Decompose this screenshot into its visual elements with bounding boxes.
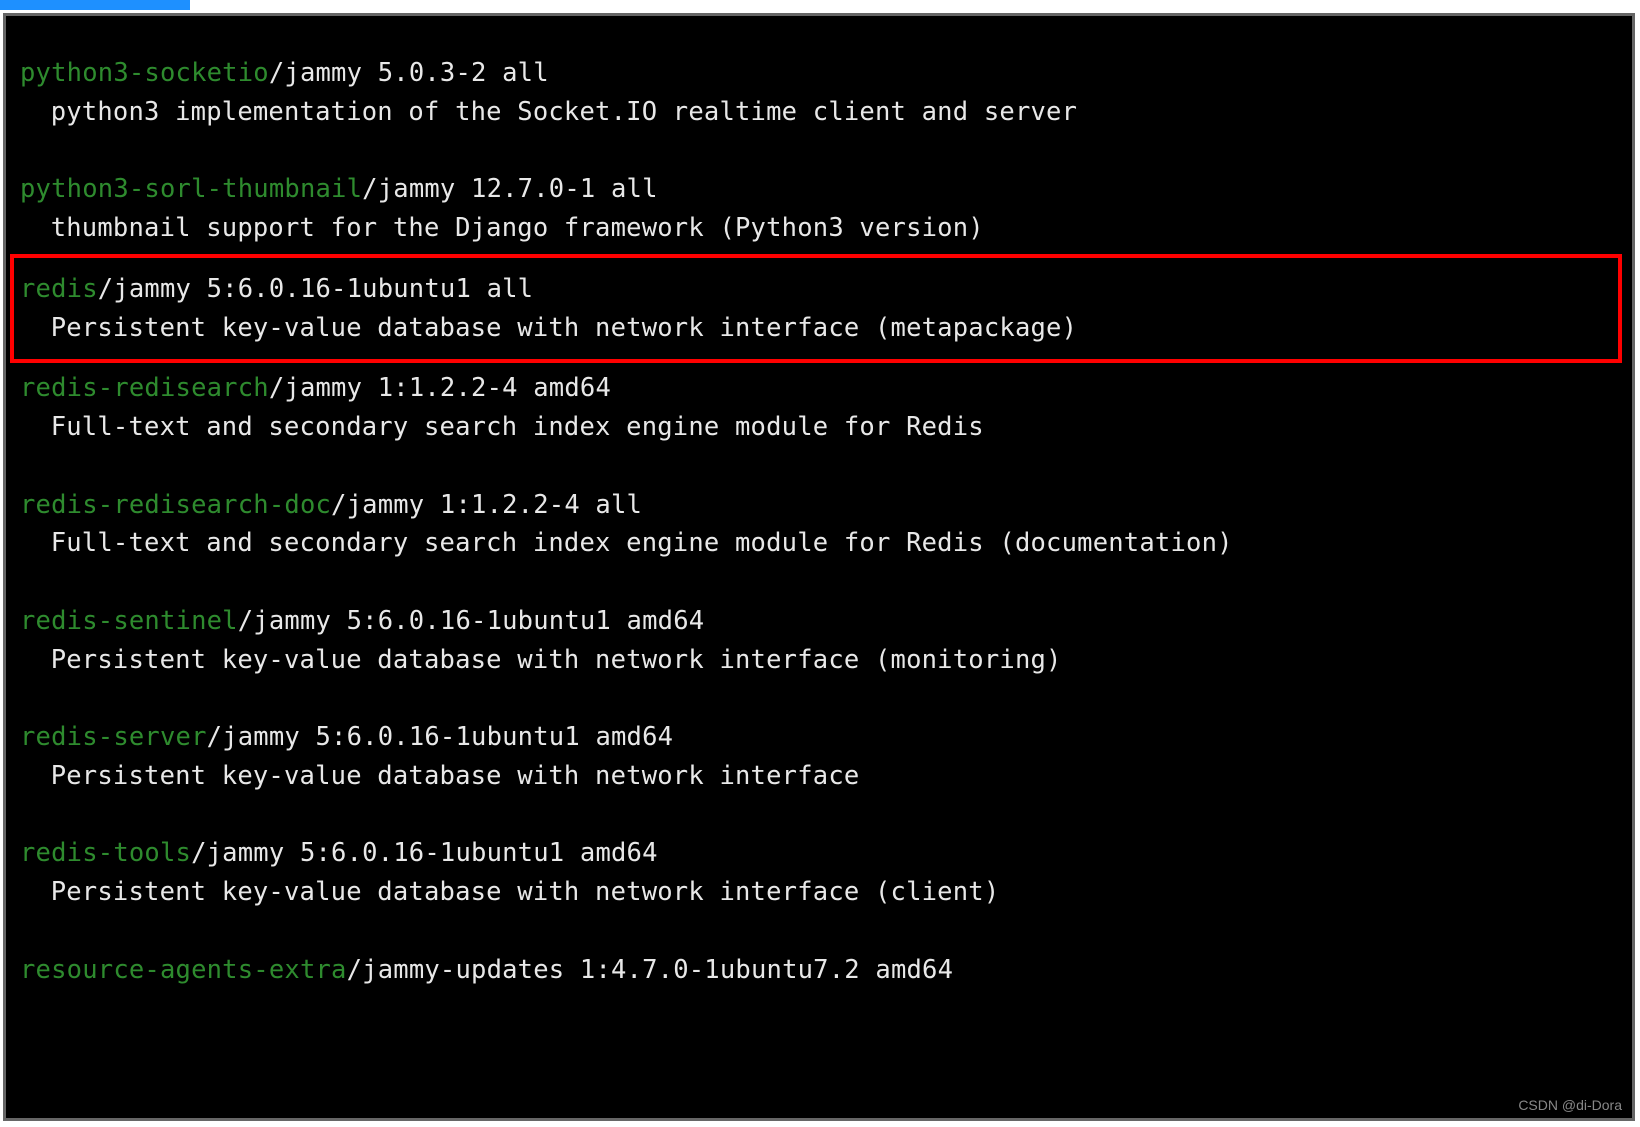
- package-header-line: redis-sentinel/jammy 5:6.0.16-1ubuntu1 a…: [20, 602, 1618, 641]
- package-version-suffix: /jammy-updates 1:4.7.0-1ubuntu7.2 amd64: [347, 955, 954, 985]
- package-description: Full-text and secondary search index eng…: [20, 524, 1618, 563]
- package-description: thumbnail support for the Django framewo…: [20, 209, 1618, 248]
- package-version-suffix: /jammy 5:6.0.16-1ubuntu1 amd64: [191, 838, 658, 868]
- package-name: redis-sentinel: [20, 606, 238, 636]
- blank-line: [20, 132, 1618, 171]
- watermark-text: CSDN @di-Dora: [1518, 1097, 1622, 1113]
- package-description: Persistent key-value database with netwo…: [20, 757, 1618, 796]
- package-description: Full-text and secondary search index eng…: [20, 408, 1618, 447]
- package-name: redis-tools: [20, 838, 191, 868]
- package-description: Persistent key-value database with netwo…: [20, 309, 1612, 348]
- package-name: redis-server: [20, 722, 207, 752]
- package-entry: redis-sentinel/jammy 5:6.0.16-1ubuntu1 a…: [20, 602, 1618, 680]
- package-name: redis: [20, 274, 98, 304]
- package-header-line: redis/jammy 5:6.0.16-1ubuntu1 all: [20, 270, 1612, 309]
- package-entry: redis-server/jammy 5:6.0.16-1ubuntu1 amd…: [20, 718, 1618, 796]
- blank-line: [20, 563, 1618, 602]
- package-entry: redis-tools/jammy 5:6.0.16-1ubuntu1 amd6…: [20, 834, 1618, 912]
- package-version-suffix: /jammy 5:6.0.16-1ubuntu1 amd64: [207, 722, 674, 752]
- package-name: redis-redisearch: [20, 373, 269, 403]
- terminal-output[interactable]: python3-socketio/jammy 5.0.3-2 allpython…: [6, 16, 1632, 1118]
- package-header-line: redis-tools/jammy 5:6.0.16-1ubuntu1 amd6…: [20, 834, 1618, 873]
- package-description: Persistent key-value database with netwo…: [20, 641, 1618, 680]
- package-version-suffix: /jammy 5:6.0.16-1ubuntu1 amd64: [238, 606, 705, 636]
- package-header-line: redis-redisearch/jammy 1:1.2.2-4 amd64: [20, 369, 1618, 408]
- terminal-window: python3-socketio/jammy 5.0.3-2 allpython…: [3, 13, 1635, 1121]
- package-version-suffix: /jammy 12.7.0-1 all: [362, 174, 658, 204]
- package-entry: redis-redisearch/jammy 1:1.2.2-4 amd64Fu…: [20, 369, 1618, 447]
- package-description: python3 implementation of the Socket.IO …: [20, 93, 1618, 132]
- package-entry: python3-sorl-thumbnail/jammy 12.7.0-1 al…: [20, 170, 1618, 248]
- package-header-line: python3-socketio/jammy 5.0.3-2 all: [20, 54, 1618, 93]
- package-entry: redis-redisearch-doc/jammy 1:1.2.2-4 all…: [20, 486, 1618, 564]
- package-header-line: redis-redisearch-doc/jammy 1:1.2.2-4 all: [20, 486, 1618, 525]
- package-description: Persistent key-value database with netwo…: [20, 873, 1618, 912]
- package-entry: python3-socketio/jammy 5.0.3-2 allpython…: [20, 54, 1618, 132]
- package-name: python3-sorl-thumbnail: [20, 174, 362, 204]
- loading-progress-bar: [0, 0, 190, 10]
- blank-line: [20, 796, 1618, 835]
- package-header-line: python3-sorl-thumbnail/jammy 12.7.0-1 al…: [20, 170, 1618, 209]
- package-version-suffix: /jammy 1:1.2.2-4 all: [331, 490, 642, 520]
- package-version-suffix: /jammy 5:6.0.16-1ubuntu1 all: [98, 274, 533, 304]
- blank-line: [20, 679, 1618, 718]
- blank-line: [20, 912, 1618, 951]
- package-name: resource-agents-extra: [20, 955, 347, 985]
- package-name: python3-socketio: [20, 58, 269, 88]
- package-header-line: resource-agents-extra/jammy-updates 1:4.…: [20, 951, 1618, 990]
- blank-line: [20, 447, 1618, 486]
- package-version-suffix: /jammy 5.0.3-2 all: [269, 58, 549, 88]
- package-entry: redis/jammy 5:6.0.16-1ubuntu1 allPersist…: [10, 254, 1622, 364]
- package-header-line: redis-server/jammy 5:6.0.16-1ubuntu1 amd…: [20, 718, 1618, 757]
- package-entry: resource-agents-extra/jammy-updates 1:4.…: [20, 951, 1618, 990]
- package-name: redis-redisearch-doc: [20, 490, 331, 520]
- package-version-suffix: /jammy 1:1.2.2-4 amd64: [269, 373, 611, 403]
